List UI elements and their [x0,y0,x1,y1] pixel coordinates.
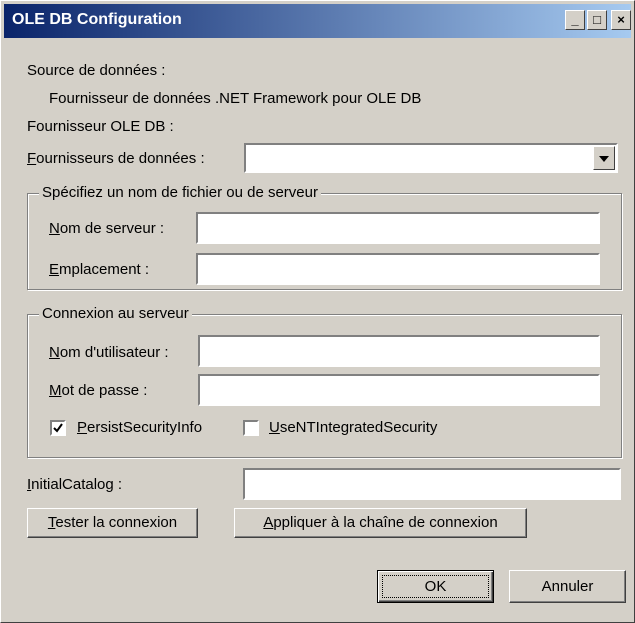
source-value: Fournisseur de données .NET Framework po… [49,90,422,107]
username-input[interactable] [198,335,600,367]
close-icon: × [617,12,625,27]
focus-rectangle [382,575,489,598]
password-input[interactable] [198,374,600,406]
ole-db-provider-label: Fournisseur OLE DB : [27,118,174,135]
providers-label: Fournisseurs de données : [27,150,205,167]
apply-connection-string-button[interactable]: Appliquer à la chaîne de connexion [234,508,527,538]
initial-catalog-label: InitialCatalog : [27,476,123,493]
password-label: Mot de passe : [49,382,148,399]
test-connection-button[interactable]: Tester la connexion [27,508,198,538]
maximize-button[interactable]: □ [587,10,607,30]
ole-db-config-window: OLE DB Configuration _ □ × Source de don… [0,0,635,623]
nt-integrated-security-checkbox[interactable] [243,420,259,436]
cancel-button[interactable]: Annuler [509,570,626,603]
title-bar[interactable]: OLE DB Configuration _ □ × [4,4,631,38]
source-label: Source de données : [27,62,166,79]
maximize-icon: □ [593,12,601,27]
cancel-label: Annuler [541,578,594,595]
server-name-label: Nom de serveur : [49,220,165,237]
server-name-input[interactable] [196,212,600,244]
window-title: OLE DB Configuration [12,11,182,28]
chevron-down-icon [599,156,609,162]
dropdown-arrow-button[interactable] [593,146,615,170]
ok-button[interactable]: OK [377,570,494,603]
persist-security-checkbox[interactable] [50,420,66,436]
check-icon [53,423,63,433]
persist-security-label: PersistSecurityInfo [77,419,203,436]
nt-integrated-security-label: UseNTIntegratedSecurity [269,419,438,436]
connection-group-legend: Connexion au serveur [39,305,192,322]
providers-dropdown[interactable] [244,143,618,173]
initial-catalog-input[interactable] [243,468,621,500]
server-group-legend: Spécifiez un nom de fichier ou de serveu… [39,184,321,201]
minimize-button[interactable]: _ [565,10,585,30]
close-button[interactable]: × [611,10,631,30]
location-label: Emplacement : [49,261,150,278]
username-label: Nom d'utilisateur : [49,344,169,361]
location-input[interactable] [196,253,600,285]
minimize-icon: _ [571,12,579,27]
